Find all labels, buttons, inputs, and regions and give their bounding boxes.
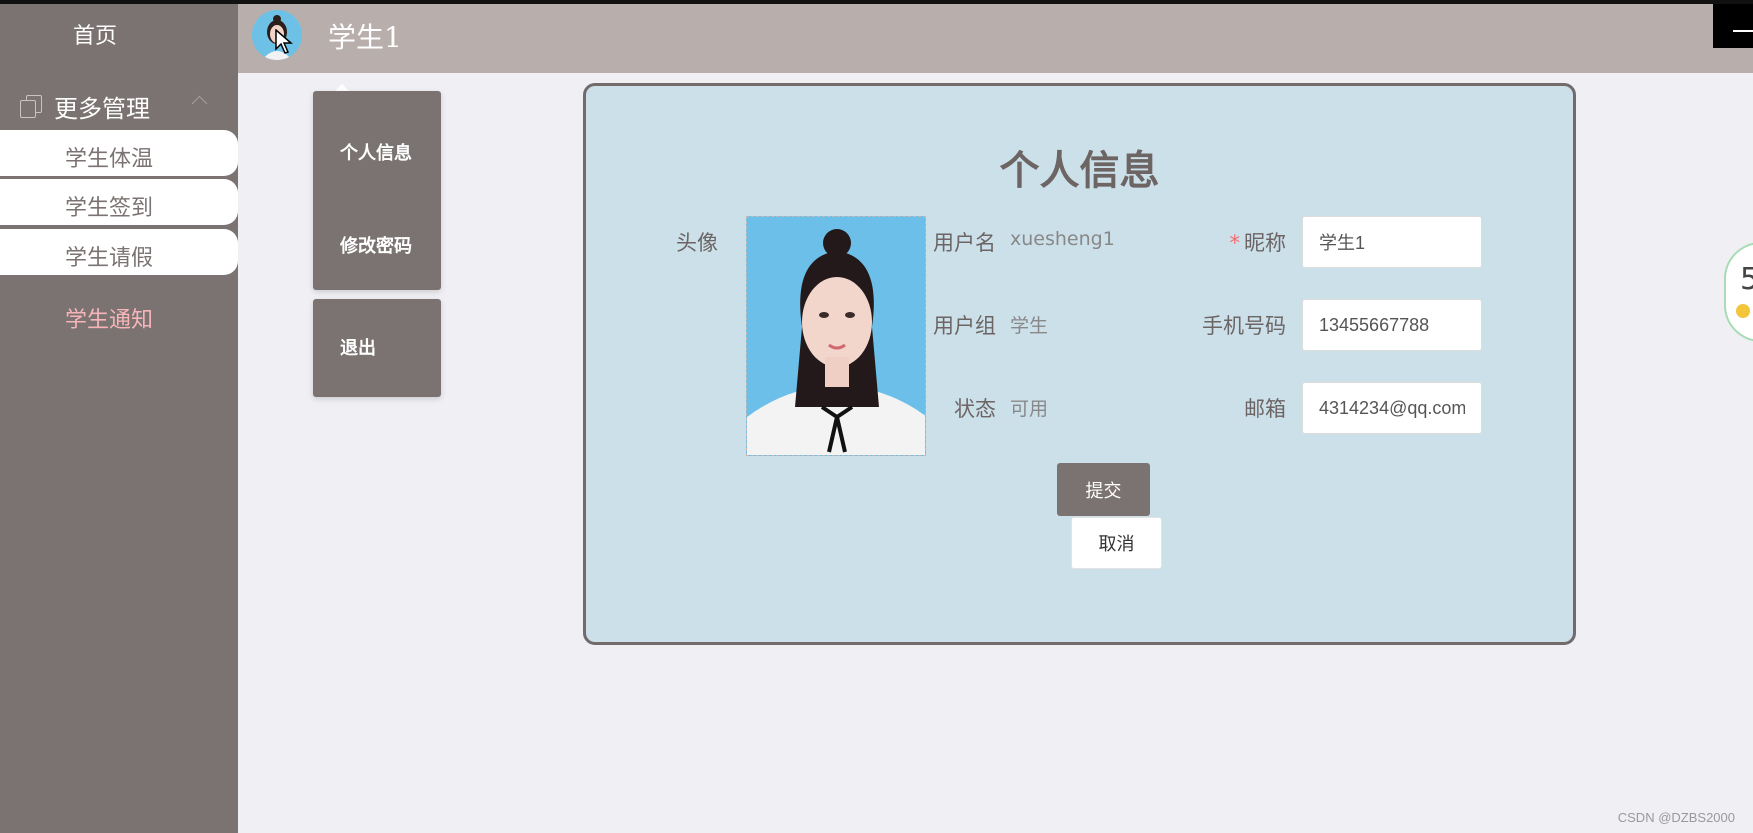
submit-button[interactable]: 提交 [1057, 463, 1150, 516]
cursor-icon [275, 29, 293, 54]
email-input[interactable] [1302, 382, 1482, 434]
sidebar-item-home[interactable]: 首页 [0, 18, 190, 50]
avatar-label: 头像 [676, 231, 718, 255]
sidebar-item-temperature[interactable]: 学生体温 [0, 130, 238, 176]
required-asterisk: * [1229, 231, 1241, 255]
window-control[interactable] [1713, 4, 1753, 48]
nickname-label: * 昵称 [1166, 227, 1287, 257]
page-title: 个人信息 [999, 148, 1160, 194]
email-label: 邮箱 [1244, 397, 1286, 421]
sidebar-group-more-management[interactable]: 更多管理 [20, 88, 220, 124]
header: 学生1 [238, 4, 1753, 73]
cancel-button[interactable]: 取消 [1071, 517, 1162, 569]
dropdown-block-bottom: 退出 [313, 299, 441, 397]
username-value: xuesheng1 [1010, 228, 1115, 250]
sidebar-item-signin[interactable]: 学生签到 [0, 179, 238, 225]
status-label: 状态 [954, 397, 996, 421]
phone-input[interactable] [1302, 299, 1482, 351]
copy-icon [20, 95, 42, 118]
usergroup-label: 用户组 [933, 314, 996, 338]
nickname-label-text: 昵称 [1244, 231, 1286, 255]
watermark: CSDN @DZBS2000 [1617, 810, 1735, 825]
profile-card: 个人信息 头像 用户名 xuesheng1 用户组 学生 状态 可用 *昵称 手… [583, 83, 1576, 645]
nickname-input[interactable] [1302, 216, 1482, 268]
usergroup-value: 学生 [1010, 315, 1049, 337]
dropdown-item-change-password[interactable]: 修改密码 [340, 232, 412, 258]
minimize-icon [1733, 30, 1753, 32]
sidebar-item-notice[interactable]: 学生通知 [0, 298, 238, 344]
username-label: 用户名 [933, 231, 996, 255]
dropdown-item-logout[interactable]: 退出 [340, 334, 376, 360]
dropdown-block-top: 个人信息 修改密码 [313, 91, 441, 290]
widget-dot-icon [1736, 304, 1750, 318]
dropdown-item-profile[interactable]: 个人信息 [340, 139, 412, 165]
chevron-up-icon[interactable] [191, 95, 208, 112]
sidebar-group-label: 更多管理 [54, 94, 150, 123]
widget-number: 5 [1740, 262, 1753, 297]
user-dropdown-menu: 个人信息 修改密码 退出 [313, 91, 441, 397]
floating-widget[interactable]: 5 [1724, 242, 1753, 342]
sidebar-item-leave[interactable]: 学生请假 [0, 229, 238, 275]
header-username[interactable]: 学生1 [328, 16, 402, 56]
status-value: 可用 [1010, 398, 1049, 420]
avatar-upload[interactable] [746, 216, 926, 456]
portrait-image [747, 217, 925, 455]
phone-label: 手机号码 [1202, 314, 1286, 338]
sidebar: 首页 更多管理 学生体温 学生签到 学生请假 学生通知 [0, 4, 238, 833]
